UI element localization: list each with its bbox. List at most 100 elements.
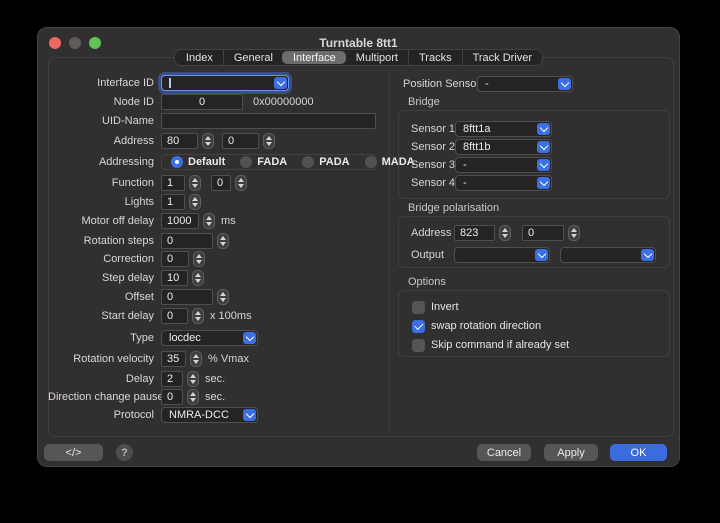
position-sensor-dropdown[interactable]: - <box>477 76 573 92</box>
correction-row: Correction 0 <box>48 251 388 267</box>
stepper-up-icon <box>192 178 198 182</box>
tab-tracks[interactable]: Tracks <box>408 50 462 65</box>
address-input-2[interactable]: 0 <box>222 133 259 149</box>
chevron-down-icon <box>537 249 545 257</box>
type-dropdown[interactable]: locdec <box>161 330 258 346</box>
sensor-1-row: Sensor 1 8ftt1a <box>411 121 669 137</box>
polarisation-output-dropdown-2[interactable] <box>560 247 656 263</box>
correction-input[interactable]: 0 <box>161 251 189 267</box>
checkbox-unchecked-icon[interactable] <box>412 339 425 352</box>
chevron-down-icon <box>560 78 568 86</box>
direction-change-pause-stepper[interactable] <box>187 389 199 405</box>
polarisation-address-input-2[interactable]: 0 <box>522 225 564 241</box>
sensor-3-dropdown[interactable]: - <box>455 157 552 173</box>
tab-track-driver[interactable]: Track Driver <box>462 50 542 65</box>
start-delay-stepper[interactable] <box>192 308 204 324</box>
text-caret <box>169 78 171 88</box>
radio-pada[interactable]: PADA <box>302 156 349 168</box>
radio-default[interactable]: Default <box>171 156 225 168</box>
radio-fada[interactable]: FADA <box>240 156 287 168</box>
lights-stepper[interactable] <box>189 194 201 210</box>
stepper-down-icon <box>220 298 226 302</box>
tab-index[interactable]: Index <box>175 50 223 65</box>
type-dropdown-button[interactable] <box>243 332 256 344</box>
cancel-button[interactable]: Cancel <box>477 444 531 461</box>
offset-label: Offset <box>48 291 154 303</box>
sensor-1-dropdown[interactable]: 8ftt1a <box>455 121 552 137</box>
address-stepper-1[interactable] <box>202 133 214 149</box>
polarisation-address-stepper-2[interactable] <box>568 225 580 241</box>
sensor-3-value: - <box>463 159 467 171</box>
radio-unselected-icon <box>365 156 377 168</box>
addressing-label: Addressing <box>48 156 154 168</box>
tab-multiport[interactable]: Multiport <box>345 50 408 65</box>
tab-general[interactable]: General <box>223 50 283 65</box>
polarisation-address-input-1[interactable]: 823 <box>454 225 495 241</box>
protocol-value: NMRA-DCC <box>169 409 229 421</box>
sensor-4-dropdown-button[interactable] <box>537 177 550 189</box>
motor-off-delay-input[interactable]: 1000 <box>161 213 199 229</box>
function-stepper-2[interactable] <box>235 175 247 191</box>
stepper-up-icon <box>238 178 244 182</box>
correction-label: Correction <box>48 253 154 265</box>
interface-id-dropdown-button[interactable] <box>274 77 287 89</box>
polarisation-output-dropdown-button-2[interactable] <box>641 249 654 261</box>
sensor-1-dropdown-button[interactable] <box>537 123 550 135</box>
step-delay-stepper[interactable] <box>192 270 204 286</box>
protocol-dropdown[interactable]: NMRA-DCC <box>161 407 258 423</box>
offset-input[interactable]: 0 <box>161 289 213 305</box>
correction-stepper[interactable] <box>193 251 205 267</box>
start-delay-unit: x 100ms <box>210 310 252 322</box>
stepper-up-icon <box>196 254 202 258</box>
sensor-3-dropdown-button[interactable] <box>537 159 550 171</box>
delay-input[interactable]: 2 <box>161 371 183 387</box>
lights-input[interactable]: 1 <box>161 194 185 210</box>
polarisation-output-dropdown-button-1[interactable] <box>535 249 548 261</box>
xml-code-button[interactable]: </> <box>44 444 103 461</box>
polarisation-address-row: Address 823 0 <box>411 225 669 241</box>
sensor-2-dropdown[interactable]: 8ftt1b <box>455 139 552 155</box>
checkbox-unchecked-icon[interactable] <box>412 301 425 314</box>
swap-rotation-direction-option[interactable]: swap rotation direction <box>412 318 669 334</box>
invert-option[interactable]: Invert <box>412 299 669 315</box>
position-sensor-dropdown-button[interactable] <box>558 78 571 90</box>
step-delay-input[interactable]: 10 <box>161 270 188 286</box>
protocol-dropdown-button[interactable] <box>243 409 256 421</box>
checkbox-checked-icon[interactable] <box>412 320 425 333</box>
motor-off-delay-stepper[interactable] <box>203 213 215 229</box>
rotation-steps-input[interactable]: 0 <box>161 233 213 249</box>
function-input-2[interactable]: 0 <box>211 175 231 191</box>
sensor-4-dropdown[interactable]: - <box>455 175 552 191</box>
tab-interface[interactable]: Interface <box>282 51 346 64</box>
rotation-steps-stepper[interactable] <box>217 233 229 249</box>
sensor-2-dropdown-button[interactable] <box>537 141 550 153</box>
function-stepper-1[interactable] <box>189 175 201 191</box>
skip-command-option[interactable]: Skip command if already set <box>412 337 669 353</box>
function-input-1[interactable]: 1 <box>161 175 185 191</box>
start-delay-input[interactable]: 0 <box>161 308 188 324</box>
rotation-velocity-input[interactable]: 35 <box>161 351 186 367</box>
sensor-2-label: Sensor 2 <box>411 141 455 153</box>
stepper-up-icon <box>220 236 226 240</box>
node-id-input[interactable]: 0 <box>161 94 243 110</box>
interface-id-combobox[interactable] <box>161 75 289 91</box>
address-stepper-2[interactable] <box>263 133 275 149</box>
uid-name-input[interactable] <box>161 113 376 129</box>
interface-id-label: Interface ID <box>48 77 154 89</box>
offset-stepper[interactable] <box>217 289 229 305</box>
rotation-velocity-stepper[interactable] <box>190 351 202 367</box>
stepper-down-icon <box>190 380 196 384</box>
delay-stepper[interactable] <box>187 371 199 387</box>
stepper-up-icon <box>220 292 226 296</box>
stepper-down-icon <box>195 279 201 283</box>
bridge-polarisation-title: Bridge polarisation <box>408 202 670 215</box>
direction-change-pause-input[interactable]: 0 <box>161 389 183 405</box>
function-row: Function 1 0 <box>48 175 388 191</box>
apply-button[interactable]: Apply <box>544 444 598 461</box>
sensor-1-value: 8ftt1a <box>463 123 491 135</box>
address-input-1[interactable]: 80 <box>161 133 198 149</box>
polarisation-address-stepper-1[interactable] <box>499 225 511 241</box>
ok-button[interactable]: OK <box>610 444 667 461</box>
polarisation-output-dropdown-1[interactable] <box>454 247 550 263</box>
help-button[interactable]: ? <box>116 444 133 461</box>
